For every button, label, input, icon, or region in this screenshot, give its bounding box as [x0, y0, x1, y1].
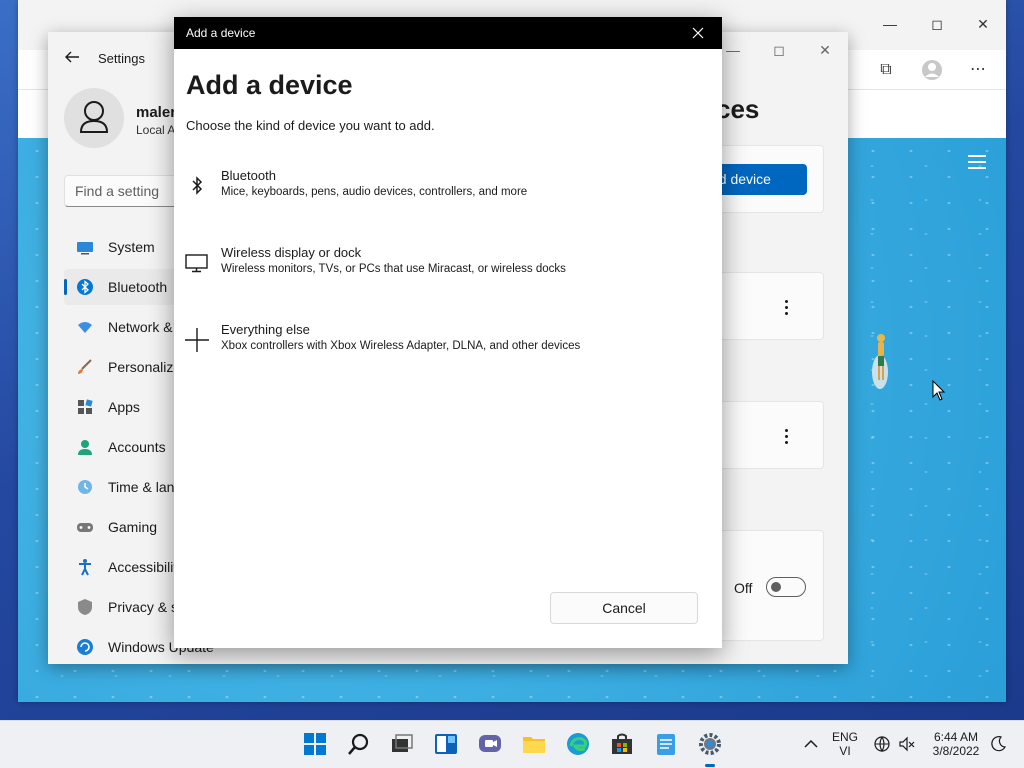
person-icon	[78, 440, 92, 455]
sidebar-item-label: Time & lan	[108, 479, 175, 495]
widgets-icon[interactable]	[433, 731, 459, 757]
focus-assist-moon-icon[interactable]	[989, 735, 1007, 753]
surfer-figure-icon	[872, 334, 888, 389]
option-title: Everything else	[221, 322, 310, 337]
file-explorer-icon[interactable]	[521, 731, 547, 757]
minimize-icon[interactable]: —	[880, 14, 900, 34]
sidebar-item-label: Bluetooth	[108, 279, 168, 295]
apps-icon	[78, 399, 93, 414]
toggle-switch[interactable]	[766, 577, 806, 597]
controller-icon	[77, 523, 93, 532]
chevron-up-icon[interactable]	[802, 735, 820, 753]
mouse-cursor-icon	[932, 380, 946, 401]
hamburger-menu-icon[interactable]	[968, 155, 986, 169]
settings-icon	[699, 733, 721, 755]
sidebar-item-label: Privacy & s	[108, 599, 179, 615]
person-icon	[79, 101, 109, 133]
page-title: ces	[716, 94, 760, 124]
option-description: Mice, keyboards, pens, audio devices, co…	[221, 186, 528, 198]
option-description: Xbox controllers with Xbox Wireless Adap…	[221, 340, 581, 352]
bluetooth-icon	[77, 279, 93, 295]
task-view-icon[interactable]	[389, 731, 415, 757]
dialog-subtitle: Choose the kind of device you want to ad…	[186, 118, 435, 133]
time: 6:44 AM	[933, 730, 979, 744]
edge-icon[interactable]	[565, 731, 591, 757]
more-options-icon[interactable]: ⋯	[967, 59, 989, 81]
wifi-icon	[78, 322, 92, 333]
more-options-icon[interactable]	[785, 429, 789, 445]
close-icon[interactable]: ✕	[973, 14, 993, 34]
search-placeholder: Find a setting	[75, 183, 160, 199]
dialog-titlebar: Add a device	[174, 17, 722, 49]
sidebar-item-label: System	[108, 239, 155, 255]
clock-icon	[78, 480, 92, 494]
sidebar-item-label: Personaliza	[108, 359, 182, 375]
settings-minimize-icon[interactable]: —	[723, 40, 743, 60]
volume-muted-icon[interactable]	[898, 735, 916, 753]
clock[interactable]: 6:44 AM 3/8/2022	[928, 730, 984, 758]
settings-title: Settings	[98, 51, 145, 66]
more-options-icon[interactable]	[785, 300, 789, 316]
sidebar-item-label: Apps	[108, 399, 140, 415]
language-sub: VI	[839, 744, 851, 758]
back-arrow-icon[interactable]	[63, 48, 81, 66]
bluetooth-icon	[192, 176, 203, 195]
accessibility-icon	[79, 559, 91, 576]
sidebar-item-label: Accessibilit	[108, 559, 178, 575]
store-icon[interactable]	[609, 731, 635, 757]
option-title: Wireless display or dock	[221, 245, 362, 260]
sidebar-item-label: Network &	[108, 319, 173, 335]
maximize-icon[interactable]: ◻	[927, 14, 947, 34]
option-wireless-display[interactable]: Wireless display or dock Wireless monito…	[184, 244, 704, 294]
monitor-icon	[77, 242, 93, 255]
option-description: Wireless monitors, TVs, or PCs that use …	[221, 263, 566, 275]
brush-icon	[78, 359, 92, 374]
avatar[interactable]	[64, 88, 124, 148]
notepad-icon[interactable]	[653, 731, 679, 757]
shield-icon	[78, 599, 92, 615]
input-language[interactable]: ENG VI	[830, 730, 860, 758]
cancel-button[interactable]: Cancel	[550, 592, 698, 624]
language-code: ENG	[831, 730, 858, 744]
taskbar: ENG VI 6:44 AM 3/8/2022	[0, 720, 1024, 768]
collections-icon[interactable]: ⧉	[875, 59, 897, 81]
update-icon	[77, 639, 93, 655]
close-icon[interactable]	[690, 25, 706, 41]
search-icon[interactable]	[346, 731, 372, 757]
monitor-icon	[185, 254, 208, 273]
globe-icon[interactable]	[873, 735, 891, 753]
dialog-window-title: Add a device	[186, 26, 256, 40]
date: 3/8/2022	[932, 744, 980, 758]
profile-icon[interactable]	[921, 59, 943, 81]
add-device-dialog: Add a device Add a device Choose the kin…	[174, 17, 722, 648]
settings-close-icon[interactable]: ✕	[815, 40, 835, 60]
sidebar-item-label: Gaming	[108, 519, 158, 535]
profile-account-type: Local A	[136, 123, 176, 137]
option-title: Bluetooth	[221, 168, 276, 183]
windows-start-icon[interactable]	[302, 731, 328, 757]
settings-taskbar-button[interactable]	[697, 731, 723, 767]
dialog-heading: Add a device	[186, 70, 353, 100]
option-bluetooth[interactable]: Bluetooth Mice, keyboards, pens, audio d…	[184, 167, 704, 217]
sidebar-item-label: Accounts	[108, 439, 166, 455]
teams-chat-icon[interactable]	[477, 731, 503, 757]
profile-name: maler	[136, 104, 177, 121]
toggle-state-label: Off	[734, 580, 753, 596]
option-everything-else[interactable]: Everything else Xbox controllers with Xb…	[184, 321, 704, 371]
plus-icon	[185, 328, 209, 352]
settings-maximize-icon[interactable]: ◻	[769, 40, 789, 60]
